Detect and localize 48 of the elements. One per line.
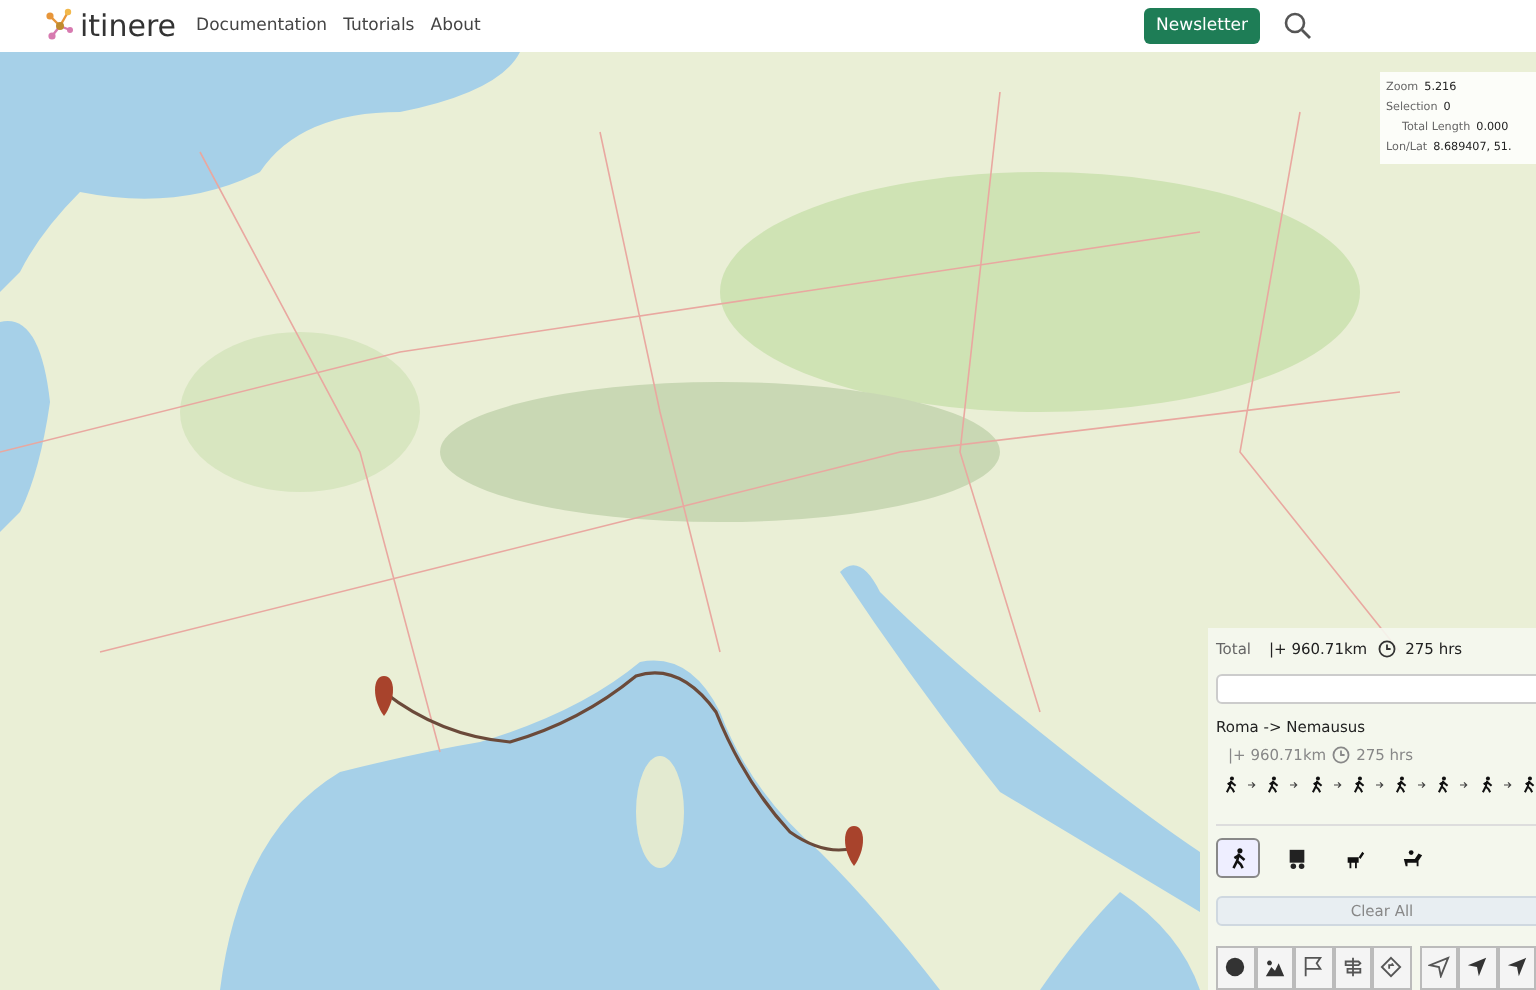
- travel-mode-button[interactable]: [1216, 838, 1260, 879]
- nav-link[interactable]: Tutorials: [343, 16, 415, 36]
- arrow-icon: [1375, 780, 1384, 791]
- input-field[interactable]: [1216, 673, 1536, 705]
- search-icon[interactable]: [1284, 12, 1312, 40]
- toolbar-button[interactable]: [1372, 945, 1411, 990]
- walker-icon: [1227, 847, 1249, 870]
- toolbar-button[interactable]: [1255, 945, 1294, 990]
- island: [636, 756, 684, 868]
- cart-icon: [1285, 847, 1307, 870]
- toolbar-button[interactable]: [1294, 945, 1333, 990]
- arrow-icon: [1290, 780, 1299, 791]
- navigation-arrow-icon: [1466, 956, 1489, 979]
- walker-icon: [1224, 774, 1239, 797]
- arrow-icon: [1248, 780, 1257, 791]
- navigation-arrow-icon: [1427, 956, 1450, 979]
- newsletter-button[interactable]: Newsletter: [1144, 8, 1260, 44]
- signpost-icon: [1341, 956, 1364, 979]
- direction-sign-icon: [1380, 956, 1403, 979]
- horse-rider-icon: [1401, 847, 1423, 870]
- toolbar-button[interactable]: [1333, 945, 1372, 990]
- walker-icon: [1266, 774, 1281, 797]
- map-pin-icon[interactable]: [375, 676, 393, 716]
- arrow-icon: [1460, 780, 1469, 791]
- toolbar-button[interactable]: [1216, 945, 1255, 990]
- flag-icon: [1302, 956, 1325, 979]
- arrow-icon: [1503, 780, 1512, 791]
- walker-icon: [1521, 774, 1536, 797]
- arrow-icon: [1418, 780, 1427, 791]
- arrow-icon: [1333, 780, 1342, 791]
- nav-link[interactable]: Documentation: [196, 16, 328, 36]
- nav-link[interactable]: About: [430, 16, 481, 36]
- walker-icon: [1436, 774, 1451, 797]
- toolbar-button[interactable]: [1419, 945, 1458, 990]
- clock-icon: [1377, 640, 1396, 659]
- walker-icon: [1309, 774, 1324, 797]
- walker-icon: [1479, 774, 1494, 797]
- brand-name[interactable]: itinere: [80, 8, 177, 44]
- map-pin-icon[interactable]: [845, 826, 863, 866]
- clock-icon: [1332, 745, 1351, 764]
- walker-icon: [1394, 774, 1409, 797]
- toolbar-button[interactable]: [1458, 945, 1497, 990]
- donkey-icon: [1343, 847, 1365, 870]
- navigation-arrow-icon: [1505, 956, 1528, 979]
- landscape-icon: [1263, 956, 1286, 979]
- logo-icon: [44, 8, 76, 44]
- toolbar-button[interactable]: [1497, 945, 1536, 990]
- walker-icon: [1351, 774, 1366, 797]
